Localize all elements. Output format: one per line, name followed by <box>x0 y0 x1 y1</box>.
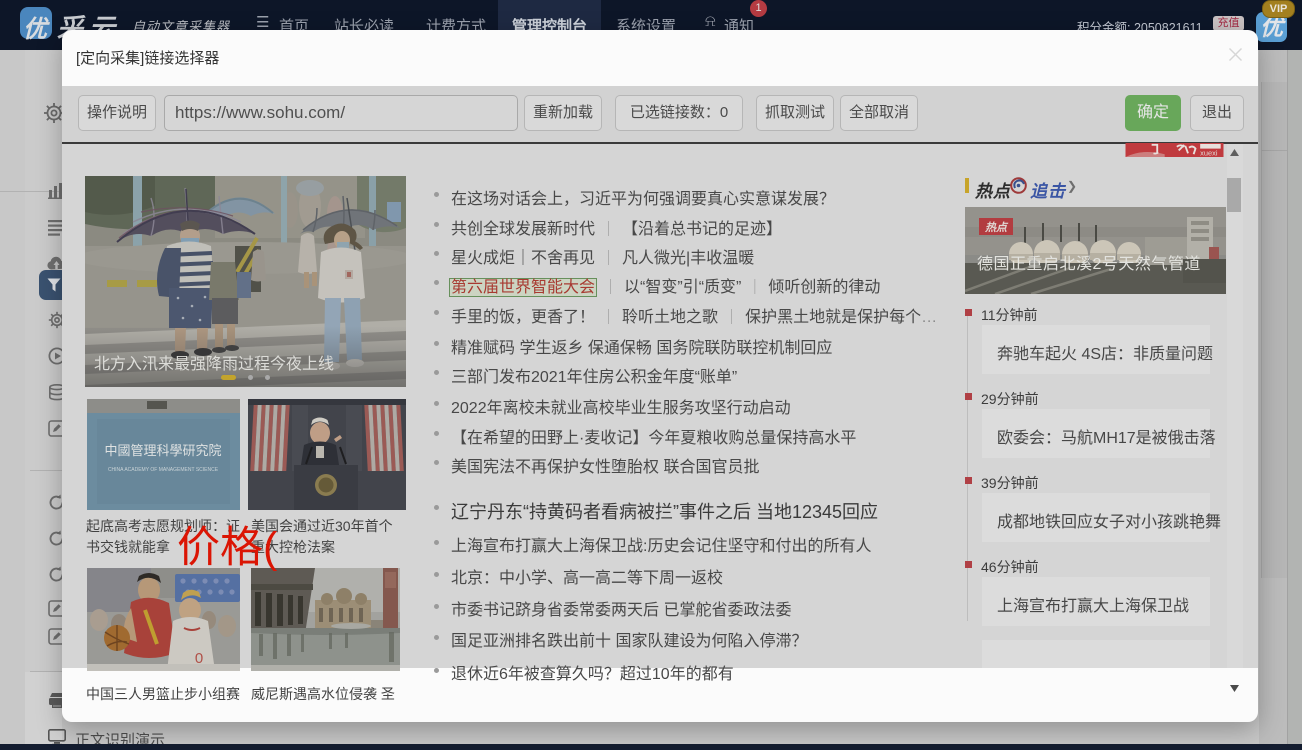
svg-text:CHINA ACADEMY OF MANAGEMENT SC: CHINA ACADEMY OF MANAGEMENT SCIENCE <box>108 467 219 473</box>
svg-text:中國管理科學研究院: 中國管理科學研究院 <box>104 443 221 458</box>
svg-text:xuexi: xuexi <box>1200 149 1218 157</box>
svg-text:热点: 热点 <box>984 221 1009 234</box>
